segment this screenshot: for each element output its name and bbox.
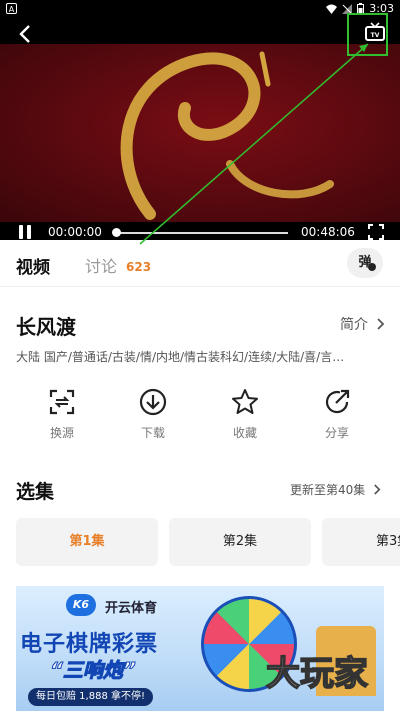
- episodes-update-text: 更新至第40集: [290, 483, 366, 497]
- share-label: 分享: [324, 426, 349, 440]
- episode-item-1[interactable]: 第1集: [16, 518, 158, 566]
- status-bar: A 3:03: [0, 0, 400, 18]
- chevron-right-icon: [377, 318, 385, 330]
- progress-track[interactable]: [116, 232, 288, 234]
- ad-logo: K6: [66, 594, 96, 616]
- episode-item-2[interactable]: 第2集: [169, 518, 311, 566]
- highlight-box: [347, 13, 388, 56]
- intro-button[interactable]: 简介: [340, 314, 386, 334]
- wifi-icon: [326, 4, 338, 14]
- download-icon: [139, 388, 167, 416]
- download-button[interactable]: 下载: [123, 388, 183, 441]
- switch-source-label: 换源: [49, 426, 74, 440]
- duration: 00:48:06: [301, 225, 355, 239]
- signal-icon: [342, 3, 353, 14]
- danmu-toggle-button[interactable]: 弹: [347, 248, 383, 278]
- tab-bar: 视频 讨论 623 弹: [0, 240, 400, 287]
- video-content-swirl: [120, 51, 334, 220]
- share-button[interactable]: 分享: [307, 388, 367, 441]
- action-row: 换源 下载 收藏 分享: [0, 388, 400, 448]
- pause-button[interactable]: [18, 225, 32, 239]
- discussion-count-badge: 623: [126, 260, 152, 274]
- chevron-right-icon: [374, 484, 381, 495]
- episode-list: 第1集 第2集 第3集: [16, 518, 400, 566]
- show-tags: 大陆 国产/普通话/古装/情/内地/情古装科幻/连续/大陆/喜/言…: [16, 350, 345, 364]
- favorite-label: 收藏: [232, 426, 257, 440]
- ad-promo: 每日包赔 1,888 拿不停!: [28, 688, 153, 706]
- video-player[interactable]: TV 00:00:00 00:48:06: [0, 18, 400, 240]
- back-arrow-icon[interactable]: [14, 22, 38, 46]
- ad-subheadline: “三响炮”: [50, 658, 137, 683]
- episodes-title: 选集: [16, 481, 55, 503]
- player-controls: 00:00:00 00:48:06: [0, 218, 400, 240]
- tab-video[interactable]: 视频: [16, 253, 50, 278]
- show-title: 长风渡: [16, 315, 76, 339]
- fullscreen-icon[interactable]: [368, 224, 384, 240]
- switch-source-icon: [49, 389, 75, 415]
- watermark-text: 大玩家: [265, 653, 369, 695]
- current-time: 00:00:00: [48, 225, 102, 239]
- switch-source-button[interactable]: 换源: [32, 388, 92, 441]
- episodes-update-link[interactable]: 更新至第40集: [290, 481, 382, 498]
- video-frame[interactable]: [0, 44, 400, 222]
- danmu-status-dot: [368, 263, 376, 271]
- tab-discussion[interactable]: 讨论: [85, 253, 117, 277]
- share-icon: [325, 389, 350, 414]
- app-notification-icon: A: [6, 3, 17, 14]
- ad-brand: 开云体育: [105, 601, 158, 616]
- intro-label: 简介: [340, 317, 368, 333]
- progress-knob[interactable]: [112, 228, 121, 237]
- download-label: 下载: [140, 426, 165, 440]
- episode-item-3[interactable]: 第3集: [322, 518, 400, 566]
- star-icon: [232, 389, 258, 414]
- favorite-button[interactable]: 收藏: [215, 388, 275, 441]
- ad-banner[interactable]: K6 开云体育 电子棋牌彩票 “三响炮” 每日包赔 1,888 拿不停! 大玩家: [16, 586, 384, 711]
